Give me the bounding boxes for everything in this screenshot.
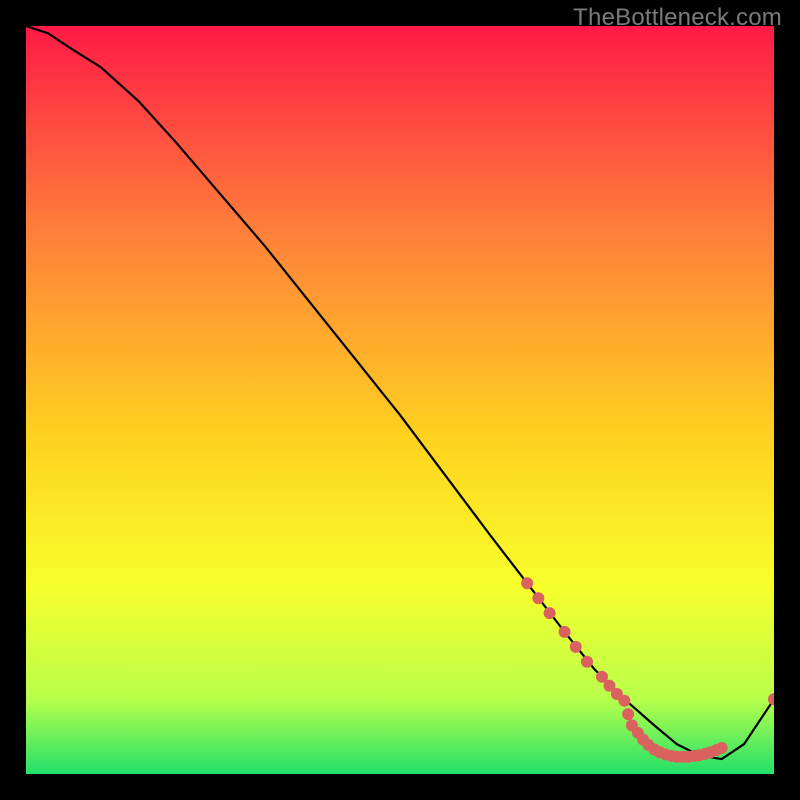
data-dot [618,695,630,707]
data-dot [570,641,582,653]
chart-frame: TheBottleneck.com [0,0,800,800]
data-dot [532,592,544,604]
gradient-background [26,26,774,774]
data-dot [559,626,571,638]
data-dot [716,742,728,754]
data-dot [581,656,593,668]
data-dot [521,577,533,589]
chart-svg [26,26,774,774]
data-dot [544,607,556,619]
data-dot [622,708,634,720]
plot-area [26,26,774,774]
